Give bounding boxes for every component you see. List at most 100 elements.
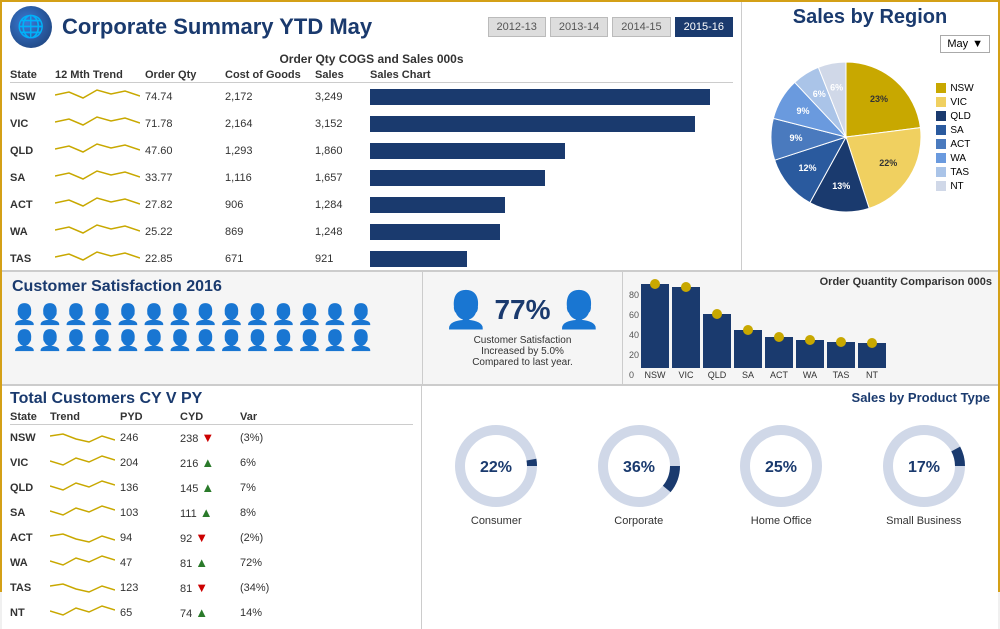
person-icon: 👤 [193,328,218,353]
row-sparkline [55,165,145,190]
oq-bar [765,337,793,368]
oq-bar-label: SA [742,370,754,380]
oq-y-label: 20 [629,350,639,360]
table-row: TAS 22.85 671 921 [10,245,733,272]
table-row: SA 33.77 1,116 1,657 [10,164,733,191]
legend-label: VIC [950,97,967,108]
legend-item-SA: SA [936,125,973,136]
person-icon: 👤 [193,302,218,327]
legend-item-TAS: TAS [936,167,973,178]
page-title: Corporate Summary YTD May [62,14,372,40]
oq-bar-dot [774,332,784,342]
cust-sparkline-cell [50,476,120,499]
cust-sparkline-cell [50,601,120,624]
legend-item-ACT: ACT [936,139,973,150]
donut-label: Small Business [886,515,961,527]
trend-arrow: ▲ [201,480,214,495]
year-tab-2013[interactable]: 2013-14 [550,17,608,37]
donut-item-Consumer: 22% Consumer [451,421,541,527]
satisfaction-percentage-panel: 👤 77% 👤 Customer SatisfactionIncreased b… [422,272,622,384]
donut-item-Corporate: 36% Corporate [594,421,684,527]
row-bar [370,114,733,134]
donut-label-pct: 22% [480,459,512,476]
oq-bar-col: ACT [765,337,793,380]
cust-table-row: SA 103 111 ▲ 8% [10,500,413,525]
top-section: 🌐 Corporate Summary YTD May 2012-13 2013… [2,2,998,272]
person-icon: 👤 [323,328,348,353]
sales-region-panel: Sales by Region May ▼ 23%22%13%12%9%9%6%… [742,2,998,270]
person-icon: 👤 [142,328,167,353]
year-tab-2015[interactable]: 2015-16 [675,17,733,37]
year-tab-2012[interactable]: 2012-13 [488,17,546,37]
year-tab-2014[interactable]: 2014-15 [612,17,670,37]
cust-var: 14% [240,607,295,619]
pie-legend: NSWVICQLDSAACTWATASNT [936,83,973,192]
oq-chart-area: 806040200 NSW VIC QLD SA ACT WA [629,290,992,380]
total-customers-panel: Total Customers CY V PY State Trend PYD … [2,386,422,629]
row-sales: 3,249 [315,91,370,103]
legend-color [936,139,946,149]
cust-table-row: TAS 123 81 ▼ (34%) [10,575,413,600]
cust-col-var: Var [240,411,295,423]
cust-cyd: 74 ▲ [180,605,240,620]
oq-bar-dot [681,282,691,292]
cust-cyd: 81 ▼ [180,580,240,595]
cust-sparkline-cell [50,426,120,449]
row-state: NSW [10,91,55,103]
cust-state: SA [10,507,50,519]
person-icon: 👤 [297,302,322,327]
legend-label: ACT [950,139,970,150]
donut-svg: 36% [594,421,684,511]
cust-state: QLD [10,482,50,494]
cust-sparkline-cell [50,551,120,574]
row-orderqty: 27.82 [145,199,225,211]
row-sparkline [55,219,145,244]
row-bar [370,222,733,242]
oq-bar-label: QLD [708,370,727,380]
oq-bar-dot [867,338,877,348]
oq-bar-dot [805,335,815,345]
oq-bar-col: SA [734,330,762,380]
table-header: State 12 Mth Trend Order Qty Cost of Goo… [10,68,733,83]
oq-bar [858,343,886,368]
row-orderqty: 71.78 [145,118,225,130]
donut-item-Home Office: 25% Home Office [736,421,826,527]
row-sales: 1,860 [315,145,370,157]
row-cogs: 906 [225,199,315,211]
bottom-section: Total Customers CY V PY State Trend PYD … [2,386,998,629]
oq-y-label: 0 [629,370,639,380]
cust-cyd: 238 ▼ [180,430,240,445]
donut-label: Home Office [751,515,812,527]
legend-item-NSW: NSW [936,83,973,94]
person-right-icon: 👤 [557,289,602,331]
row-sparkline [55,246,145,271]
sparkline [55,111,140,133]
month-dropdown[interactable]: May ▼ [940,35,990,53]
table-row: VIC 71.78 2,164 3,152 [10,110,733,137]
table-row: WA 25.22 869 1,248 [10,218,733,245]
globe-icon: 🌐 [10,6,52,48]
cust-table-row: NSW 246 238 ▼ (3%) [10,425,413,450]
cust-state: WA [10,557,50,569]
row-sparkline [55,138,145,163]
row-sales: 1,284 [315,199,370,211]
legend-label: SA [950,125,963,136]
cust-sparkline-cell [50,576,120,599]
donut-svg: 25% [736,421,826,511]
cust-pyd: 47 [120,557,180,569]
pie-area: 23%22%13%12%9%9%6%6% NSWVICQLDSAACTWATAS… [750,57,990,217]
oq-bar-label: TAS [833,370,850,380]
table-row: QLD 47.60 1,293 1,860 [10,137,733,164]
product-type-panel: Sales by Product Type 22% Consumer 36% C… [422,386,998,629]
cust-pyd: 65 [120,607,180,619]
person-icon: 👤 [271,302,296,327]
row-sales: 3,152 [315,118,370,130]
legend-color [936,153,946,163]
sparkline [55,219,140,241]
legend-label: TAS [950,167,969,178]
row-sparkline [55,111,145,136]
cust-state: ACT [10,532,50,544]
cust-pyd: 204 [120,457,180,469]
sales-rows: NSW 74.74 2,172 3,249 VIC 71.78 2,164 3,… [10,83,733,299]
person-icon: 👤 [64,302,89,327]
